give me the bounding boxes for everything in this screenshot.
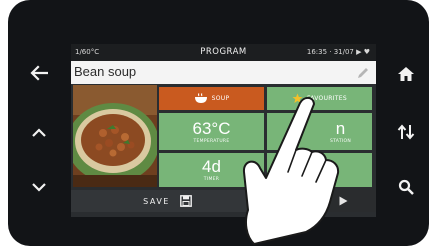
sort-arrows-icon [397, 124, 415, 140]
empty-tile[interactable] [267, 153, 372, 187]
temperature-value: 63°C [192, 118, 231, 138]
sort-button[interactable] [389, 117, 423, 147]
save-label: SAVE [143, 196, 170, 206]
station-value: n [335, 118, 346, 138]
home-icon [398, 67, 414, 81]
save-button[interactable]: SAVE [71, 190, 264, 212]
timer-value: 4d [202, 157, 221, 176]
home-button[interactable] [389, 59, 423, 89]
start-label: START [294, 196, 327, 206]
program-name: Bean soup [74, 64, 137, 79]
temperature-tile[interactable]: 63°C TEMPERATURE [159, 113, 264, 150]
start-button[interactable]: START [266, 190, 376, 212]
pencil-icon[interactable] [356, 66, 370, 80]
search-icon [398, 179, 414, 195]
search-button[interactable] [389, 172, 423, 202]
soup-label: SOUP [211, 95, 230, 102]
station-label: STATION [329, 138, 352, 144]
program-name-field[interactable]: Bean soup [71, 61, 376, 84]
star-icon [292, 93, 303, 103]
favourites-label: FAVOURITES [307, 95, 347, 102]
recipe-photo [73, 85, 157, 187]
scroll-up-button[interactable] [22, 117, 56, 147]
clock-date-readout: 16:35 · 31/07 ▶ ♥ [306, 48, 370, 56]
arrow-left-icon [30, 65, 48, 81]
temperature-label: TEMPERATURE [193, 138, 230, 144]
oven-control-device: 1/60°C PROGRAM 16:35 · 31/07 ▶ ♥ Bean so… [0, 0, 437, 251]
soup-bowl-icon [194, 93, 207, 103]
timer-tile[interactable]: 4d TIMER [159, 153, 264, 187]
status-bar: 1/60°C PROGRAM 16:35 · 31/07 ▶ ♥ [71, 44, 376, 61]
play-icon [339, 196, 348, 206]
favourites-tile[interactable]: FAVOURITES [267, 87, 372, 110]
scroll-down-button[interactable] [22, 173, 56, 203]
timer-label: TIMER [203, 177, 220, 182]
floppy-disk-icon [179, 195, 192, 207]
category-soup-tile[interactable]: SOUP [159, 87, 264, 110]
touch-screen: 1/60°C PROGRAM 16:35 · 31/07 ▶ ♥ Bean so… [71, 44, 376, 217]
station-tile[interactable]: n STATION [267, 113, 372, 150]
chevron-down-icon [32, 183, 46, 192]
back-button[interactable] [22, 58, 56, 88]
bottom-action-bar: SAVE START [71, 190, 376, 212]
chevron-up-icon [32, 128, 46, 137]
